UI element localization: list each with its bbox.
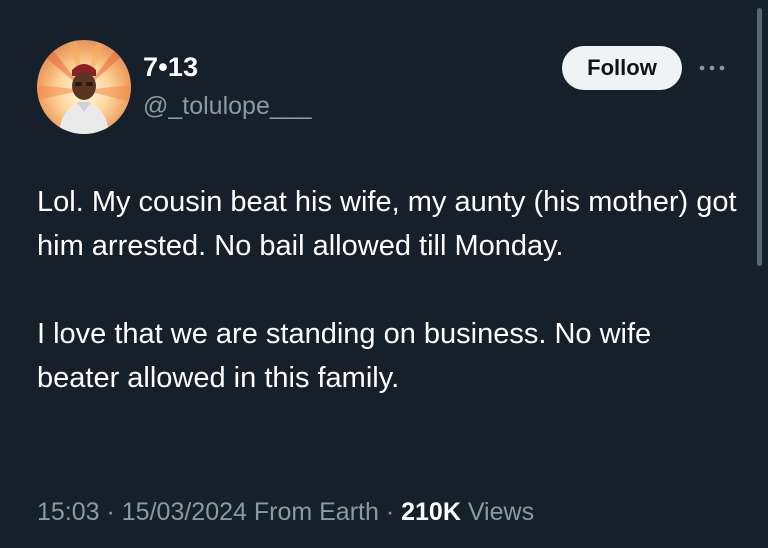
views-label: Views: [467, 498, 535, 526]
tweet-date[interactable]: 15/03/2024: [122, 498, 247, 526]
tweet-paragraph: I love that we are standing on business.…: [37, 318, 652, 394]
meta-separator: ·: [378, 498, 402, 526]
tweet-source: From Earth: [253, 498, 379, 526]
tweet-paragraph: Lol. My cousin beat his wife, my aunty (…: [37, 186, 737, 262]
tweet-text: Lol. My cousin beat his wife, my aunty (…: [37, 180, 737, 400]
author-handle[interactable]: @_tolulope___: [143, 92, 312, 121]
tweet-meta: 15:03 · 15/03/2024 From Earth · 210K Vie…: [37, 498, 534, 527]
avatar-photo-icon: [37, 40, 131, 134]
author-avatar[interactable]: [37, 40, 131, 134]
tweet-time[interactable]: 15:03: [37, 498, 100, 526]
follow-button[interactable]: Follow: [562, 46, 682, 90]
tweet-card: 7•13 @_tolulope___ Follow Lol. My cousin…: [0, 0, 768, 548]
views-count: 210K: [401, 498, 461, 526]
meta-separator: ·: [99, 498, 122, 526]
scrollbar[interactable]: [757, 8, 762, 266]
author-display-name[interactable]: 7•13: [143, 52, 198, 83]
more-horizontal-icon[interactable]: [695, 60, 729, 76]
